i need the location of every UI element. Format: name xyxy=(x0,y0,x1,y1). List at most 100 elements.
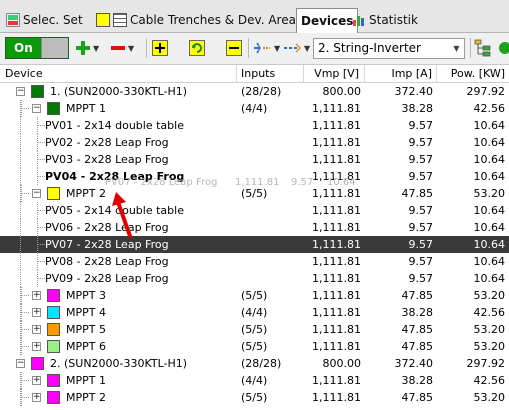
column-header-device[interactable]: Device xyxy=(0,65,237,82)
device-label: MPPT 4 xyxy=(66,306,106,319)
tree-line xyxy=(21,372,22,389)
pow-cell: 10.64 xyxy=(473,170,506,183)
pv-string-row[interactable]: PV01 - 2x14 double table 1,111.81 9.57 10.6… xyxy=(0,117,509,134)
pv-string-row[interactable]: PV09 - 2x28 Leap Frog 1,111.81 9.57 10.64 xyxy=(0,270,509,287)
pv-string-row[interactable]: PV08 - 2x28 Leap Frog 1,111.81 9.57 10.64 xyxy=(0,253,509,270)
minus-icon xyxy=(111,46,125,50)
inputs-cell xyxy=(241,253,301,270)
inputs-cell: (4/4) xyxy=(241,102,268,115)
expand-toggle-icon[interactable]: − xyxy=(32,189,41,198)
vmp-cell: 1,111.81 xyxy=(312,374,361,387)
vmp-cell: 1,111.81 xyxy=(312,289,361,302)
imp-cell: 372.40 xyxy=(394,85,434,98)
tree-line xyxy=(21,397,29,398)
vmp-cell: 1,111.81 xyxy=(312,136,361,149)
expand-toggle-icon[interactable]: + xyxy=(32,325,41,334)
remove-button[interactable]: ▼ xyxy=(110,38,134,58)
vmp-cell: 800.00 xyxy=(322,85,362,98)
vmp-cell: 800.00 xyxy=(322,357,362,370)
pow-cell: 42.56 xyxy=(473,102,506,115)
pow-cell: 10.64 xyxy=(473,221,506,234)
tree-line xyxy=(21,295,29,296)
green-arrow-icon xyxy=(499,42,509,54)
column-header-pow[interactable]: Pow. [KW] xyxy=(437,65,509,82)
vmp-cell: 1,111.81 xyxy=(312,102,361,115)
expand-toggle-icon[interactable]: + xyxy=(32,291,41,300)
expand-toggle-icon[interactable]: + xyxy=(32,393,41,402)
inputs-cell xyxy=(241,117,301,134)
tree-settings-button[interactable] xyxy=(474,38,492,58)
expand-toggle-icon[interactable]: − xyxy=(32,104,41,113)
expand-toggle-icon[interactable]: − xyxy=(16,359,25,368)
tree-line xyxy=(20,236,21,253)
mppt-row[interactable]: + MPPT 1 (4/4) 1,111.81 38.28 42.56 xyxy=(0,372,509,389)
selection-set-icon xyxy=(6,13,20,27)
refresh-button[interactable] xyxy=(189,38,205,58)
chevron-down-icon: ▼ xyxy=(274,43,281,53)
expand-plus-icon xyxy=(152,40,168,56)
color-swatch-icon xyxy=(47,374,60,387)
imp-cell: 9.57 xyxy=(408,272,434,285)
add-button[interactable]: ▼ xyxy=(75,38,99,58)
mppt-row[interactable]: + MPPT 4 (4/4) 1,111.81 38.28 42.56 xyxy=(0,304,509,321)
mppt-row[interactable]: − MPPT 1 (4/4) 1,111.81 38.28 42.56 xyxy=(0,100,509,117)
pow-cell: 53.20 xyxy=(473,323,506,336)
pow-cell: 10.64 xyxy=(473,204,506,217)
color-swatch-icon xyxy=(47,306,60,319)
pv-string-row[interactable]: PV06 - 2x28 Leap Frog 1,111.81 9.57 10.64 xyxy=(0,219,509,236)
tree-line xyxy=(37,117,38,134)
device-label: PV02 - 2x28 Leap Frog xyxy=(45,136,169,149)
mppt-row[interactable]: + MPPT 6 (5/5) 1,111.81 47.85 53.20 xyxy=(0,338,509,355)
pv-string-row[interactable]: PV07 - 2x28 Leap Frog 1,111.81 9.57 10.64 xyxy=(0,236,509,253)
color-swatch-icon xyxy=(47,187,60,200)
inverter-row[interactable]: − 1. (SUN2000-330KTL-H1) (28/28) 800.00 372.… xyxy=(0,83,509,100)
inputs-cell xyxy=(241,151,301,168)
expand-toggle-icon[interactable]: − xyxy=(16,87,25,96)
column-header-inputs[interactable]: Inputs xyxy=(237,65,304,82)
device-label: PV06 - 2x28 Leap Frog xyxy=(45,221,169,234)
tree-line xyxy=(37,219,38,236)
tree-line xyxy=(21,304,22,321)
collapse-minus-icon xyxy=(226,40,242,56)
inputs-cell: (5/5) xyxy=(241,323,268,336)
expand-toggle-icon[interactable]: + xyxy=(32,342,41,351)
inverter-row[interactable]: − 2. (SUN2000-330KTL-H1) (28/28) 800.00 372.… xyxy=(0,355,509,372)
mppt-row[interactable]: + MPPT 5 (5/5) 1,111.81 47.85 53.20 xyxy=(0,321,509,338)
tab-statistik[interactable]: Statistik xyxy=(348,9,422,31)
imp-cell: 9.57 xyxy=(408,221,434,234)
vmp-cell: 1,111.81 xyxy=(312,255,361,268)
pv-string-row[interactable]: PV03 - 2x28 Leap Frog 1,111.81 9.57 10.64 xyxy=(0,151,509,168)
color-swatch-icon xyxy=(31,85,44,98)
tab-cable-trenches[interactable]: Cable Trenches & Dev. Areas xyxy=(92,9,306,31)
column-header-imp[interactable]: Imp [A] xyxy=(365,65,437,82)
connect-button[interactable]: ▼ xyxy=(252,38,280,58)
pv-string-row[interactable]: PV05 - 2x14 double table 1,111.81 9.57 10.6… xyxy=(0,202,509,219)
drag-ghost-vmp: 1,111.81 xyxy=(235,177,280,188)
string-button[interactable]: ▼ xyxy=(282,38,310,58)
inverter-type-select[interactable]: 2. String-Inverter ▼ xyxy=(313,38,465,59)
device-label: PV01 - 2x14 double table xyxy=(45,119,184,132)
expand-button[interactable] xyxy=(152,38,168,58)
mppt-row[interactable]: + MPPT 3 (5/5) 1,111.81 47.85 53.20 xyxy=(0,287,509,304)
column-header-vmp[interactable]: Vmp [V] xyxy=(304,65,365,82)
tab-selection-set[interactable]: Selec. Set xyxy=(2,9,87,31)
expand-toggle-icon[interactable]: + xyxy=(32,376,41,385)
collapse-button[interactable] xyxy=(226,38,242,58)
on-toggle[interactable]: On xyxy=(5,37,69,59)
pv-string-row[interactable]: PV02 - 2x28 Leap Frog 1,111.81 9.57 10.64 xyxy=(0,134,509,151)
vmp-cell: 1,111.81 xyxy=(312,238,361,251)
chevron-down-icon: ▼ xyxy=(128,43,135,53)
pow-cell: 53.20 xyxy=(473,340,506,353)
inputs-cell: (28/28) xyxy=(241,85,282,98)
tree-line xyxy=(20,270,21,287)
expand-toggle-icon[interactable]: + xyxy=(32,308,41,317)
device-label: 1. (SUN2000-330KTL-H1) xyxy=(50,85,188,98)
inputs-cell xyxy=(241,134,301,151)
refresh-icon xyxy=(189,40,205,56)
inputs-cell xyxy=(241,236,301,253)
overflow-button[interactable] xyxy=(497,38,509,58)
tree-line xyxy=(37,134,38,151)
mppt-row[interactable]: + MPPT 2 (5/5) 1,111.81 47.85 53.20 xyxy=(0,389,509,406)
pow-cell: 10.64 xyxy=(473,136,506,149)
imp-cell: 9.57 xyxy=(408,204,434,217)
